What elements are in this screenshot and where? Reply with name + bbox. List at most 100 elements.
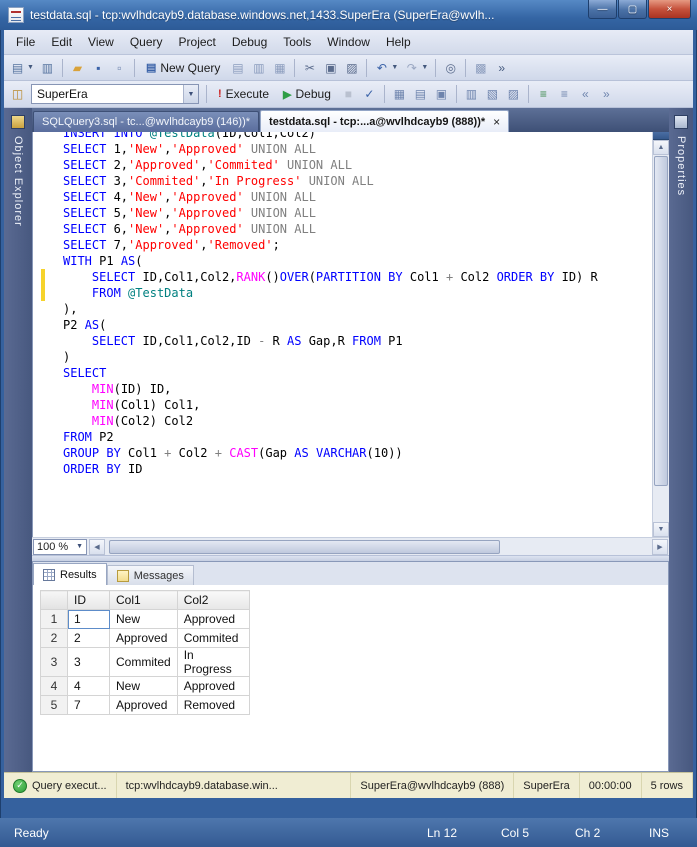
new-query-shortcut-icon[interactable]: ▤	[8, 58, 27, 77]
code-token: P1	[92, 254, 121, 268]
object-explorer-strip[interactable]: Object Explorer	[4, 108, 32, 772]
paste-icon[interactable]: ▨	[342, 58, 361, 77]
menu-item-edit[interactable]: Edit	[43, 32, 80, 52]
grid-column-header[interactable]: ID	[68, 591, 110, 610]
stop-icon[interactable]: ■	[339, 85, 358, 104]
editor-horizontal-scrollbar[interactable]	[107, 539, 650, 555]
grid-cell[interactable]: In Progress	[177, 648, 249, 677]
menu-item-project[interactable]: Project	[171, 32, 224, 52]
grid-row-header[interactable]: 3	[41, 648, 68, 677]
grid-corner-cell[interactable]	[41, 591, 68, 610]
code-token: 'Approved'	[128, 158, 200, 172]
menu-item-view[interactable]: View	[80, 32, 122, 52]
increase-indent-icon[interactable]: »	[597, 85, 616, 104]
grid-row-header[interactable]: 4	[41, 677, 68, 696]
menu-item-file[interactable]: File	[8, 32, 43, 52]
maximize-button[interactable]: ▢	[618, 0, 647, 19]
menu-item-help[interactable]: Help	[378, 32, 419, 52]
grid-cell[interactable]: Commited	[177, 629, 249, 648]
menu-item-window[interactable]: Window	[319, 32, 378, 52]
open-recent-icon[interactable]: ▥	[38, 58, 57, 77]
menu-item-tools[interactable]: Tools	[275, 32, 319, 52]
debug-button[interactable]: ▶Debug	[277, 85, 337, 103]
comment-icon[interactable]: ≡	[534, 85, 553, 104]
horizontal-scroll-thumb[interactable]	[109, 540, 500, 554]
template-parameters-icon[interactable]: ▥	[462, 85, 481, 104]
redo-icon[interactable]: ↷	[402, 58, 421, 77]
database-combobox[interactable]: SuperEra▼	[31, 84, 199, 104]
change-connection-icon[interactable]: ◫	[8, 85, 27, 104]
editor-vertical-scrollbar[interactable]: ▲ ▼	[652, 132, 669, 537]
actual-plan-icon[interactable]: ▧	[483, 85, 502, 104]
database-engine-query-icon[interactable]: ▤	[228, 58, 247, 77]
estimated-plan-icon[interactable]: ▦	[390, 85, 409, 104]
grid-row-header[interactable]: 1	[41, 610, 68, 629]
minimize-button[interactable]: —	[588, 0, 617, 19]
parse-icon[interactable]: ✓	[360, 85, 379, 104]
grid-cell[interactable]: Removed	[177, 696, 249, 715]
grid-cell[interactable]: 2	[68, 629, 110, 648]
grid-cell[interactable]: Approved	[110, 629, 178, 648]
grid-row-header[interactable]: 2	[41, 629, 68, 648]
query-options-icon[interactable]: ▤	[411, 85, 430, 104]
grid-cell[interactable]: 1	[68, 610, 110, 629]
code-line: SELECT 6,'New','Approved' UNION ALL	[33, 221, 652, 237]
uncomment-icon[interactable]: ≡	[555, 85, 574, 104]
undo-icon[interactable]: ↶	[372, 58, 391, 77]
find-icon[interactable]: ◎	[441, 58, 460, 77]
grid-cell[interactable]: Approved	[177, 677, 249, 696]
grid-cell[interactable]: Approved	[177, 610, 249, 629]
save-icon[interactable]: ▪	[89, 58, 108, 77]
decrease-indent-icon[interactable]: «	[576, 85, 595, 104]
execute-button[interactable]: !Execute	[212, 85, 275, 103]
xmla-query-icon[interactable]: ▦	[270, 58, 289, 77]
grid-row-header[interactable]: 5	[41, 696, 68, 715]
sql-editor[interactable]: INSERT INTO @TestData(ID,Col1,Col2)SELEC…	[33, 132, 652, 537]
code-token: 'New'	[128, 190, 164, 204]
redo-icon-caret[interactable]: ▼	[421, 64, 428, 71]
chevron-down-icon[interactable]: ▼	[183, 85, 198, 103]
document-tab-2[interactable]: testdata.sql - tcp:...a@wvlhdcayb9 (888)…	[260, 110, 509, 132]
grid-cell[interactable]: New	[110, 677, 178, 696]
print-icon[interactable]: ▫	[110, 58, 129, 77]
close-button[interactable]: ×	[648, 0, 691, 19]
vertical-scroll-thumb[interactable]	[654, 156, 668, 486]
intellisense-icon[interactable]: ▣	[432, 85, 451, 104]
new-query-shortcut-icon-caret[interactable]: ▼	[27, 64, 34, 71]
code-token: +	[215, 446, 222, 460]
grid-cell[interactable]: Approved	[110, 696, 178, 715]
client-statistics-icon[interactable]: ▨	[504, 85, 523, 104]
properties-strip[interactable]: Properties	[669, 108, 693, 772]
toolbar-separator	[294, 59, 295, 77]
cut-icon[interactable]: ✂	[300, 58, 319, 77]
title-bar[interactable]: testdata.sql - tcp:wvlhdcayb9.database.w…	[0, 0, 697, 30]
analysis-services-query-icon[interactable]: ▥	[249, 58, 268, 77]
close-tab-icon[interactable]: ×	[493, 115, 500, 129]
activity-monitor-icon[interactable]: ▩	[471, 58, 490, 77]
tab-messages[interactable]: Messages	[107, 565, 194, 585]
grid-column-header[interactable]: Col2	[177, 591, 249, 610]
grid-cell[interactable]: 7	[68, 696, 110, 715]
toolbar-overflow-icon[interactable]: »	[492, 58, 511, 77]
menu-item-query[interactable]: Query	[122, 32, 171, 52]
menu-item-debug[interactable]: Debug	[224, 32, 275, 52]
grid-cell[interactable]: 3	[68, 648, 110, 677]
new-query-button[interactable]: ▤New Query	[140, 59, 226, 77]
scroll-left-icon[interactable]: ◀	[89, 539, 105, 555]
scroll-right-icon[interactable]: ▶	[652, 539, 668, 555]
zoom-control[interactable]: 100 % ▼	[33, 539, 87, 555]
scroll-up-icon[interactable]: ▲	[653, 140, 669, 155]
grid-column-header[interactable]: Col1	[110, 591, 178, 610]
copy-icon[interactable]: ▣	[321, 58, 340, 77]
grid-cell[interactable]: New	[110, 610, 178, 629]
tab-results[interactable]: Results	[33, 563, 107, 585]
document-tab-1[interactable]: SQLQuery3.sql - tc...@wvlhdcayb9 (146))*	[33, 111, 259, 132]
scroll-down-icon[interactable]: ▼	[653, 522, 669, 537]
grid-cell[interactable]: Commited	[110, 648, 178, 677]
editor-split-handle[interactable]	[653, 132, 669, 140]
undo-icon-caret[interactable]: ▼	[391, 64, 398, 71]
open-file-icon[interactable]: ▰	[68, 58, 87, 77]
status-insert-mode: INS	[649, 826, 683, 840]
grid-cell[interactable]: 4	[68, 677, 110, 696]
query-status-state: ✓ Query execut...	[4, 773, 117, 798]
